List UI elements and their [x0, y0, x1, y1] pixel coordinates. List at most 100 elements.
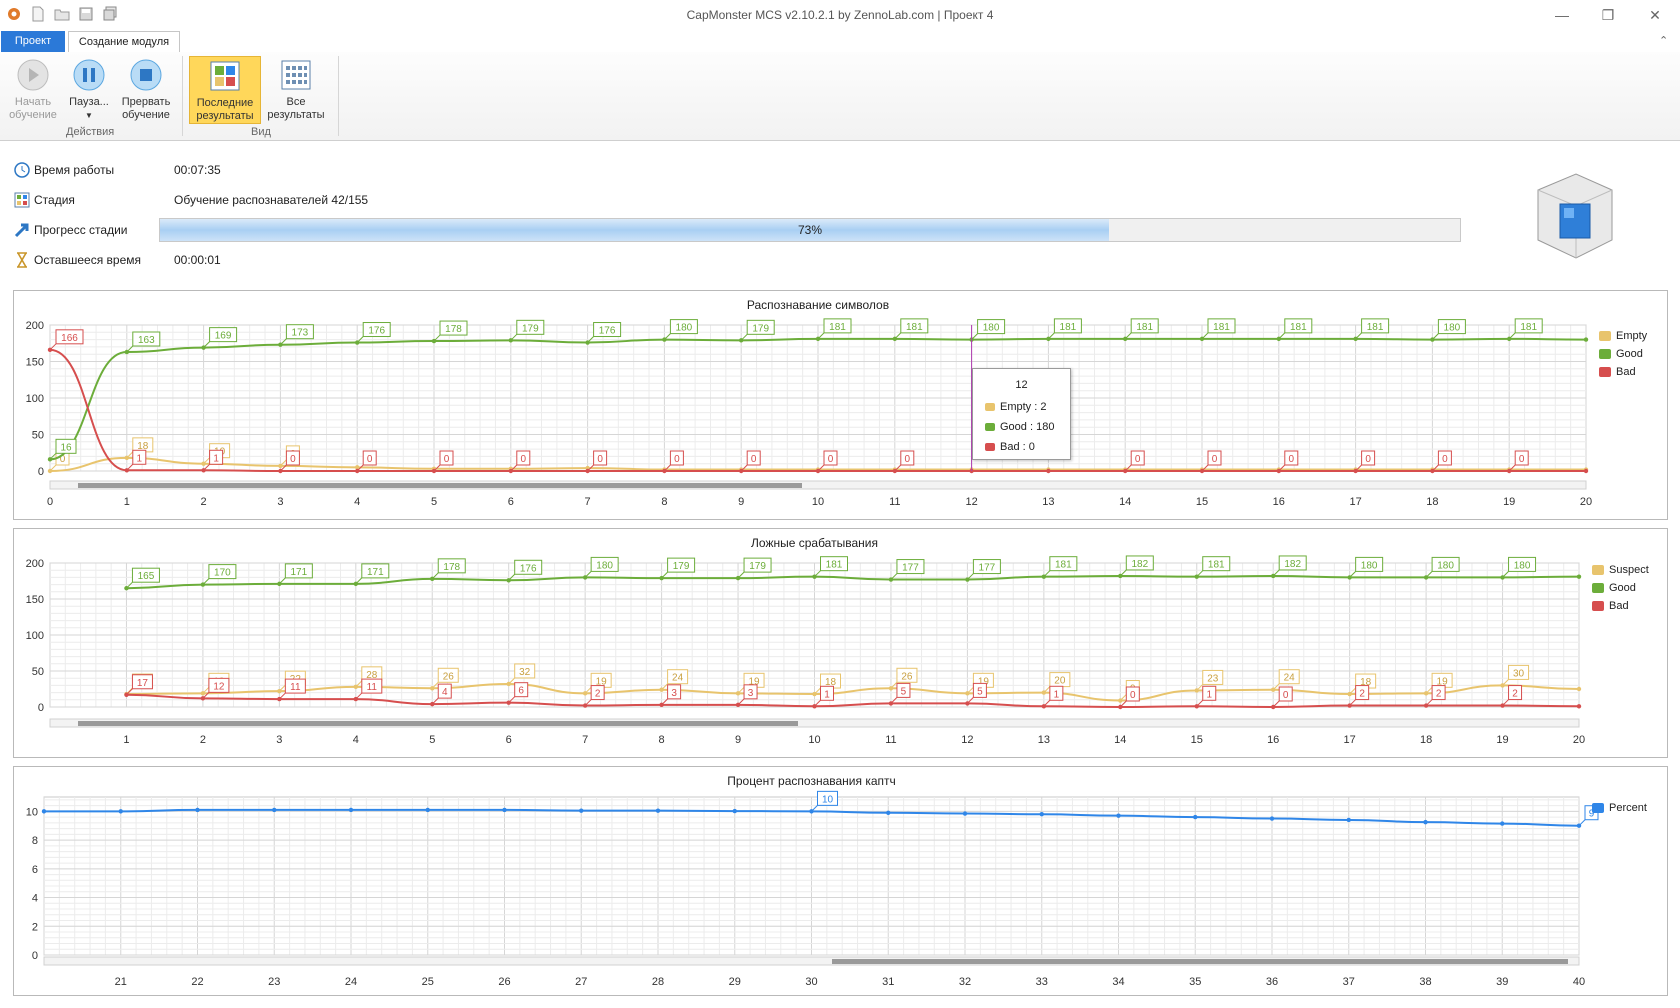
- x-tick-label: 2: [200, 734, 206, 746]
- data-label: 2: [595, 689, 601, 700]
- x-tick-label: 4: [354, 496, 360, 508]
- legend-item[interactable]: Empty: [1599, 327, 1647, 345]
- x-tick-label: 0: [47, 496, 53, 508]
- data-label: 20: [1054, 676, 1066, 687]
- title-bar: CapMonster MCS v2.10.2.1 by ZennoLab.com…: [0, 0, 1680, 30]
- data-point: [502, 807, 507, 813]
- legend-swatch-icon: [1592, 803, 1604, 813]
- x-tick-label: 10: [812, 496, 824, 508]
- data-point: [1583, 468, 1589, 474]
- legend-swatch-icon: [1599, 367, 1611, 377]
- data-label: 180: [1361, 560, 1378, 571]
- runtime-row: Время работы 00:07:35: [14, 160, 221, 180]
- data-point: [1576, 686, 1582, 692]
- last-results-button[interactable]: Последние результаты: [189, 56, 261, 124]
- chart-panel-symbols: Распознавание символов 0 50 100 150 200 0 1 2 3 4 5…: [13, 290, 1668, 520]
- tab-project[interactable]: Проект: [1, 31, 65, 52]
- scrollbar-thumb: [832, 959, 1568, 964]
- data-point: [655, 808, 661, 813]
- data-label: 2: [1359, 689, 1365, 700]
- legend-item[interactable]: Bad: [1599, 363, 1647, 381]
- legend-swatch-icon: [1592, 565, 1604, 575]
- tooltip-swatch-icon: [985, 443, 995, 451]
- play-icon: [16, 58, 50, 92]
- data-label: 182: [1131, 559, 1148, 570]
- data-point: [579, 808, 584, 813]
- restore-icon[interactable]: ❐: [1596, 6, 1620, 24]
- data-label: 0: [444, 454, 450, 465]
- tooltip-swatch-icon: [985, 403, 995, 411]
- start-training-label: Начать обучение: [9, 96, 57, 121]
- x-tick-label: 8: [659, 734, 665, 746]
- x-tick-label: 28: [652, 976, 664, 988]
- x-tick-label: 39: [1496, 976, 1508, 988]
- remaining-label: Оставшееся время: [34, 253, 142, 267]
- data-label: 0: [367, 454, 373, 465]
- data-label: 1: [137, 453, 143, 464]
- legend-label: Good: [1616, 348, 1643, 360]
- data-label: 0: [1135, 454, 1141, 465]
- y-tick-label: 200: [26, 558, 44, 570]
- x-tick-label: 7: [582, 734, 588, 746]
- y-tick-label: 150: [26, 594, 44, 606]
- minimize-icon[interactable]: —: [1550, 6, 1574, 24]
- data-label: 176: [599, 326, 616, 337]
- x-tick-label: 35: [1189, 976, 1201, 988]
- data-label: 0: [751, 454, 757, 465]
- data-label: 181: [1208, 560, 1225, 571]
- data-label: 0: [1212, 454, 1218, 465]
- close-icon[interactable]: ✕: [1643, 6, 1667, 24]
- data-label: 17: [137, 678, 149, 689]
- legend-label: Good: [1609, 582, 1636, 594]
- x-tick-label: 26: [498, 976, 510, 988]
- collapse-ribbon-icon[interactable]: ⌃: [1659, 34, 1668, 47]
- stop-training-button[interactable]: Прервать обучение: [118, 56, 174, 122]
- x-tick-label: 16: [1273, 496, 1285, 508]
- data-label: 30: [1513, 668, 1525, 679]
- group-separator: [338, 56, 339, 136]
- legend-item[interactable]: Good: [1599, 345, 1647, 363]
- x-tick-label: 22: [191, 976, 203, 988]
- progress-label: Прогресс стадии: [34, 223, 128, 237]
- data-point: [118, 809, 123, 814]
- x-tick-label: 5: [431, 496, 437, 508]
- legend-item[interactable]: Bad: [1592, 597, 1649, 615]
- data-label: 11: [290, 682, 301, 693]
- x-tick-label: 8: [661, 496, 667, 508]
- legend-item[interactable]: Good: [1592, 579, 1649, 597]
- x-tick-label: 23: [268, 976, 280, 988]
- pause-button[interactable]: Пауза... ▼: [64, 56, 114, 122]
- legend-swatch-icon: [1592, 583, 1604, 593]
- chart-symbols: Распознавание символов0501001502000 1 2 3 4 5…: [26, 298, 1592, 508]
- x-tick-label: 4: [353, 734, 359, 746]
- data-label: 181: [906, 322, 923, 333]
- x-tick-label: 1: [124, 496, 130, 508]
- x-tick-label: 18: [1426, 496, 1438, 508]
- data-label: 26: [443, 671, 455, 682]
- all-results-button[interactable]: Все результаты: [262, 56, 330, 122]
- progress-arrow-icon: [14, 222, 30, 238]
- x-tick-label: 11: [889, 496, 900, 508]
- x-tick-label: 11: [885, 734, 896, 746]
- x-tick-label: 13: [1042, 496, 1054, 508]
- x-tick-label: 3: [277, 496, 283, 508]
- legend-item[interactable]: Suspect: [1592, 561, 1649, 579]
- stage-row: Стадия Обучение распознавателей 42/155: [14, 190, 368, 210]
- tooltip-row: Good : 180: [973, 417, 1070, 437]
- all-results-label: Все результаты: [267, 96, 325, 121]
- tooltip-empty: Empty : 2: [1000, 401, 1047, 413]
- data-point: [1039, 812, 1044, 817]
- data-label: 4: [442, 687, 448, 698]
- legend-item[interactable]: Percent: [1592, 799, 1647, 817]
- data-point: [348, 807, 354, 813]
- data-label: 166: [61, 333, 78, 344]
- data-point: [425, 807, 430, 813]
- legend-label: Empty: [1616, 330, 1648, 342]
- scrollbar-thumb: [78, 721, 798, 726]
- tab-create-module[interactable]: Создание модуля: [68, 31, 180, 54]
- y-tick-label: 0: [38, 466, 44, 478]
- start-training-button[interactable]: Начать обучение: [6, 56, 60, 122]
- chart-title: Распознавание символов: [747, 298, 889, 312]
- chart-panel-captcha-percent: Процент распознавания каптч 0 2 4 6 8 10 21 22 23…: [13, 766, 1668, 996]
- stage-progress-bar: 73%: [159, 218, 1461, 242]
